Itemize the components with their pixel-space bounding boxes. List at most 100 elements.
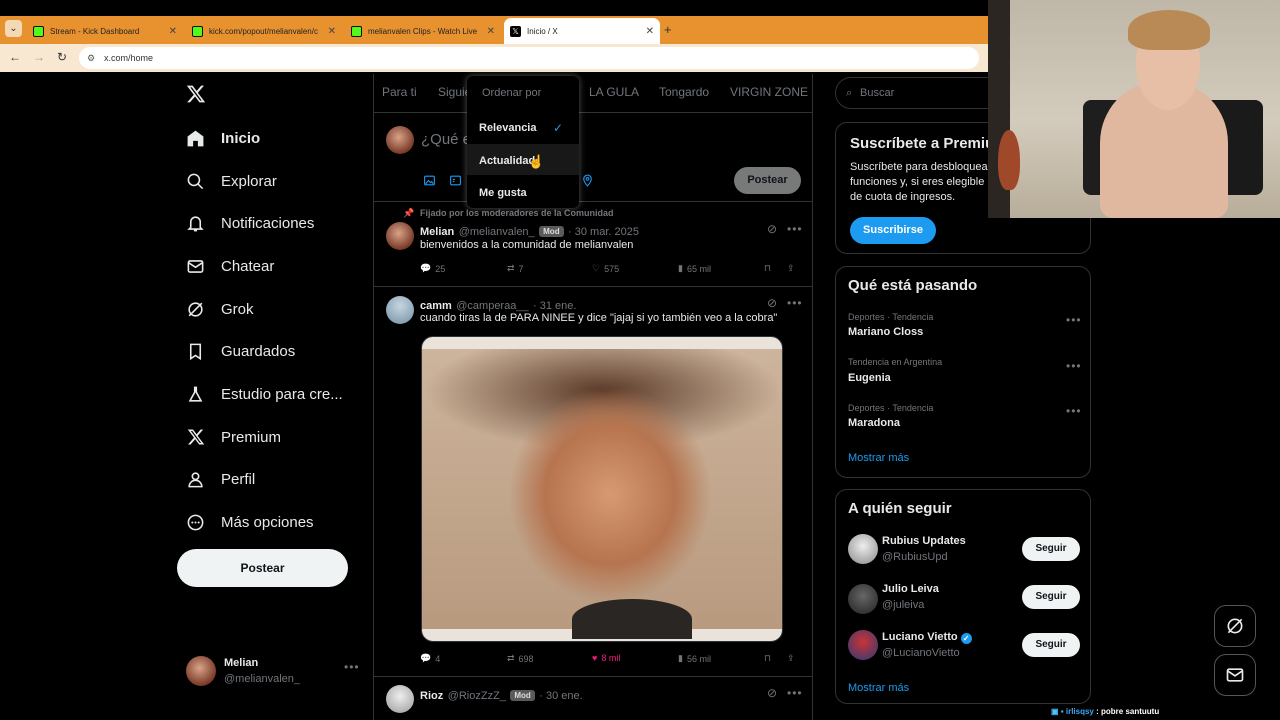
- sort-option-me-gusta[interactable]: Me gusta: [479, 187, 527, 199]
- location-icon[interactable]: [581, 174, 594, 192]
- bookmark-icon[interactable]: ⊓: [764, 263, 771, 274]
- tweet-date[interactable]: · 30 ene.: [539, 690, 582, 702]
- avatar[interactable]: [386, 296, 414, 324]
- post-button[interactable]: Postear: [177, 549, 348, 587]
- avatar[interactable]: [848, 630, 878, 660]
- show-more-link[interactable]: Mostrar más: [848, 452, 909, 464]
- tweet-author-name[interactable]: Rioz: [420, 690, 443, 702]
- reload-icon[interactable]: ↻: [57, 50, 67, 64]
- tab-tongardo[interactable]: Tongardo: [659, 85, 709, 99]
- follow-name[interactable]: Julio Leiva: [882, 583, 939, 595]
- tweet-author-name[interactable]: Melian: [420, 226, 454, 238]
- share-icon[interactable]: ⇪: [787, 653, 795, 664]
- sort-option-relevancia[interactable]: Relevancia: [479, 122, 536, 134]
- nav-item-inicio[interactable]: Inicio: [186, 125, 260, 151]
- tab-la-gula[interactable]: LA GULA: [589, 85, 639, 99]
- tweet-text: cuando tiras la de PARA NINEE y dice "ja…: [420, 312, 778, 324]
- repost-button[interactable]: ⇄ 698: [507, 653, 534, 664]
- avatar[interactable]: [848, 584, 878, 614]
- tab-kick-popout[interactable]: kick.com/popout/melianvalen/c ✕: [186, 18, 342, 44]
- views-button[interactable]: ▮ 65 mil: [678, 263, 711, 274]
- grok-fab[interactable]: [1214, 605, 1256, 647]
- subscribe-button[interactable]: Suscribirse: [850, 217, 936, 244]
- nav-item-guardados[interactable]: Guardados: [186, 338, 295, 364]
- close-icon[interactable]: ✕: [169, 26, 177, 37]
- tab-x-home[interactable]: 𝕏 Inicio / X ✕: [504, 18, 660, 44]
- like-button[interactable]: ♡ 575: [592, 263, 619, 274]
- tweet-author-name[interactable]: camm: [420, 300, 452, 312]
- image-icon[interactable]: [423, 174, 436, 192]
- address-bar[interactable]: ⚙ x.com/home: [79, 47, 979, 69]
- avatar[interactable]: [386, 222, 414, 250]
- show-more-link[interactable]: Mostrar más: [848, 682, 909, 694]
- close-icon[interactable]: ✕: [646, 26, 654, 37]
- tab-virgin-zone[interactable]: VIRGIN ZONE: [730, 85, 808, 99]
- gif-icon[interactable]: [449, 174, 462, 192]
- messages-fab[interactable]: [1214, 654, 1256, 696]
- view-count: 65 mil: [686, 263, 711, 274]
- tweet-media-image[interactable]: [421, 336, 783, 642]
- follow-button[interactable]: Seguir: [1022, 633, 1080, 657]
- nav-item-premium[interactable]: Premium: [186, 424, 281, 450]
- tweet-author-handle[interactable]: @RiozZzZ_: [448, 690, 506, 702]
- more-icon[interactable]: •••: [787, 296, 803, 310]
- account-switcher[interactable]: Melian @melianvalen_ •••: [186, 656, 366, 688]
- repost-button[interactable]: ⇄ 7: [507, 263, 524, 274]
- tab-clips[interactable]: melianvalen Clips - Watch Live ✕: [345, 18, 501, 44]
- share-icon[interactable]: ⇪: [787, 263, 795, 274]
- nav-label: Perfil: [221, 470, 256, 488]
- more-icon[interactable]: •••: [1066, 313, 1082, 327]
- tweet-author-handle[interactable]: @camperaa__: [456, 300, 528, 312]
- grok-icon[interactable]: ⊘: [767, 686, 777, 700]
- avatar[interactable]: [848, 534, 878, 564]
- nav-label: Explorar: [221, 172, 277, 190]
- tab-list-button[interactable]: ⌄: [5, 20, 22, 37]
- nav-item-perfil[interactable]: Perfil: [186, 466, 255, 492]
- mail-icon: [186, 257, 205, 276]
- nav-item-explorar[interactable]: Explorar: [186, 168, 277, 194]
- tab-kick-dashboard[interactable]: Stream - Kick Dashboard ✕: [27, 18, 183, 44]
- close-icon[interactable]: ✕: [487, 26, 495, 37]
- tweet-date[interactable]: · 30 mar. 2025: [568, 226, 639, 238]
- follow-name[interactable]: Luciano Vietto: [882, 631, 958, 643]
- more-icon[interactable]: •••: [1066, 404, 1082, 418]
- more-icon[interactable]: •••: [344, 660, 360, 674]
- reply-button[interactable]: 💬 4: [420, 653, 440, 664]
- follow-button[interactable]: Seguir: [1022, 537, 1080, 561]
- follow-name[interactable]: Rubius Updates: [882, 535, 966, 547]
- pin-icon: 📌: [403, 208, 415, 218]
- follow-button[interactable]: Seguir: [1022, 585, 1080, 609]
- tweet-author-handle[interactable]: @melianvalen_: [459, 226, 535, 238]
- trend-name[interactable]: Mariano Closs: [848, 326, 923, 338]
- views-button[interactable]: ▮ 56 mil: [678, 653, 711, 664]
- nav-item-chatear[interactable]: Chatear: [186, 253, 274, 279]
- tab-para-ti[interactable]: Para ti: [382, 85, 417, 99]
- more-icon[interactable]: •••: [787, 686, 803, 700]
- trends-card: Qué está pasando Deportes · Tendencia Ma…: [835, 266, 1091, 478]
- bookmark-icon[interactable]: ⊓: [764, 653, 771, 664]
- grok-icon[interactable]: ⊘: [767, 296, 777, 310]
- x-logo-icon[interactable]: [186, 84, 206, 109]
- tweet-date[interactable]: · 31 ene.: [533, 300, 576, 312]
- like-button[interactable]: ♥ 8 mil: [592, 653, 620, 663]
- trend-name[interactable]: Maradona: [848, 417, 900, 429]
- site-info-icon[interactable]: ⚙: [87, 47, 95, 69]
- back-icon[interactable]: ←: [9, 50, 21, 64]
- close-icon[interactable]: ✕: [328, 26, 336, 37]
- more-icon[interactable]: •••: [1066, 359, 1082, 373]
- forward-icon[interactable]: →: [33, 50, 45, 64]
- trend-name[interactable]: Eugenia: [848, 372, 891, 384]
- nav-item-notificaciones[interactable]: Notificaciones: [186, 210, 314, 236]
- home-icon: [186, 129, 205, 148]
- avatar[interactable]: [386, 685, 414, 713]
- sort-option-actualidad[interactable]: Actualidad: [479, 155, 535, 167]
- nav-item-mas-opciones[interactable]: Más opciones: [186, 509, 314, 535]
- more-icon[interactable]: •••: [787, 222, 803, 236]
- reply-button[interactable]: 💬 25: [420, 263, 445, 274]
- compose-input[interactable]: ¿Qué e: [421, 131, 471, 148]
- nav-item-estudio[interactable]: Estudio para cre...: [186, 381, 343, 407]
- nav-item-grok[interactable]: Grok: [186, 296, 254, 322]
- grok-icon[interactable]: ⊘: [767, 222, 777, 236]
- compose-post-button[interactable]: Postear: [734, 167, 801, 194]
- new-tab-button[interactable]: +: [664, 22, 672, 37]
